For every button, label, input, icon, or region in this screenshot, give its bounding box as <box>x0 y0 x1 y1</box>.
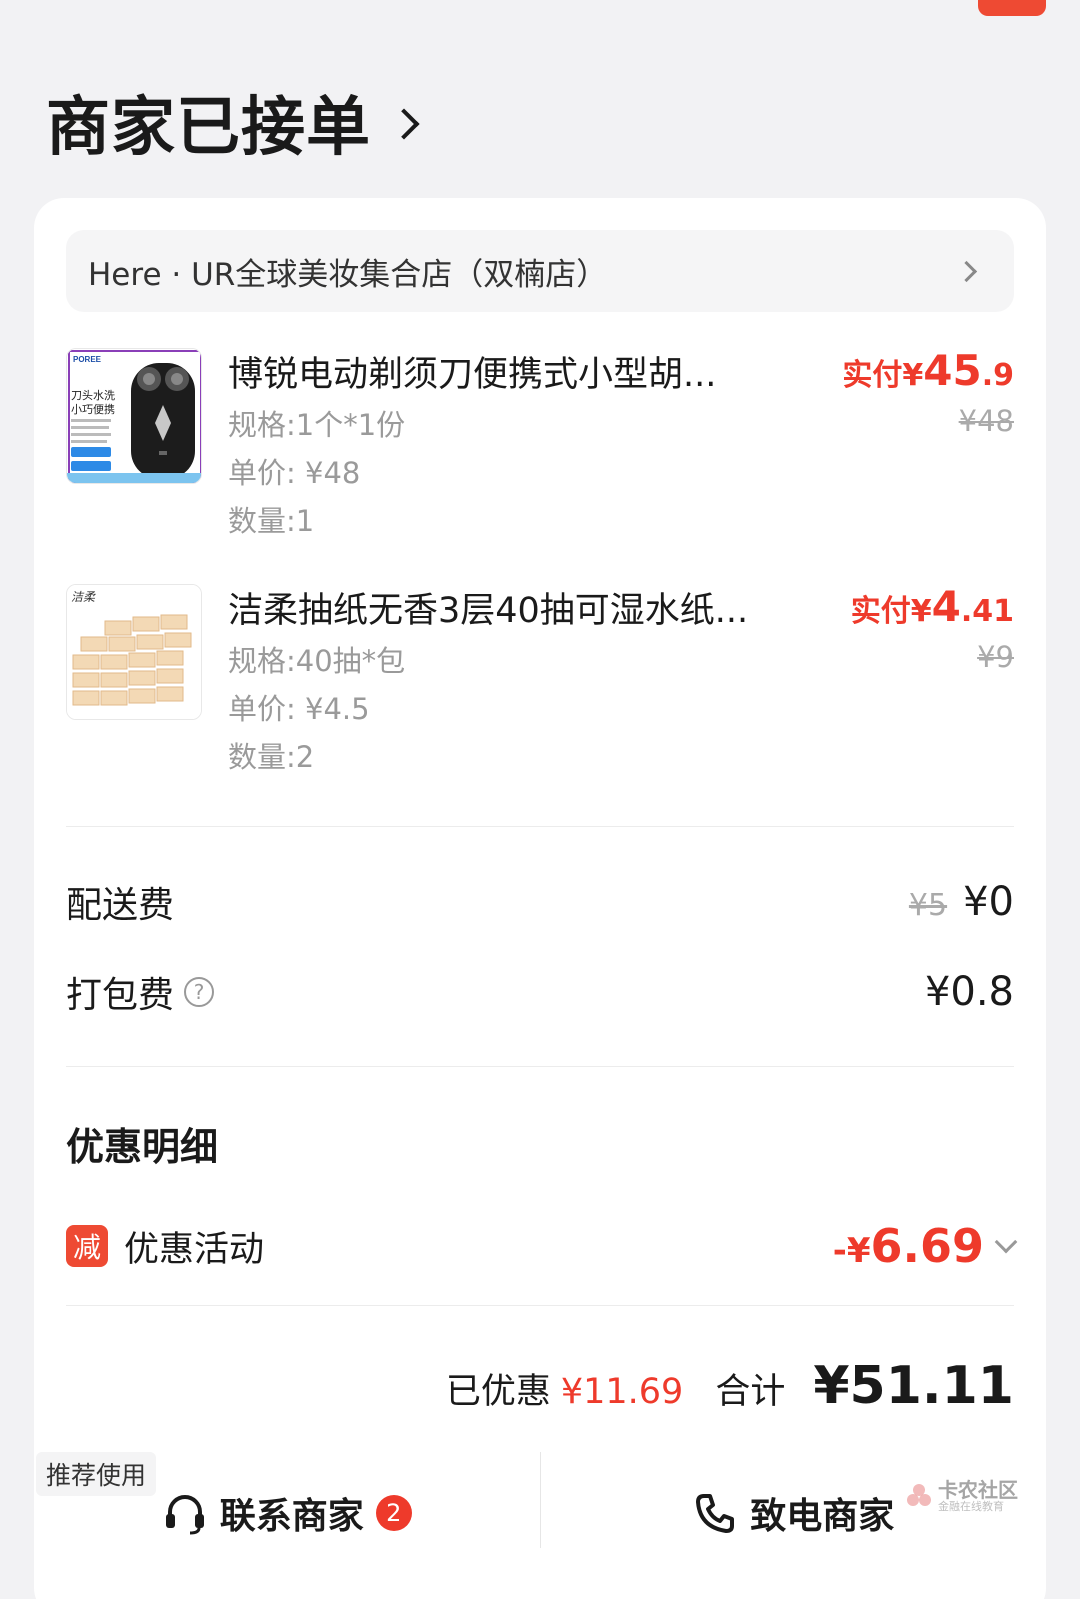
packing-fee-label: 打包费 <box>66 975 175 1016</box>
promo-activity-row[interactable]: 减 优惠活动 -¥6.69 <box>66 1218 1018 1274</box>
chevron-right-icon <box>388 108 420 140</box>
product-item[interactable]: 洁柔 洁柔抽纸无香3层40抽可湿水纸... 规格:40抽*包 单价: ¥4.5 … <box>66 582 1014 782</box>
product-name: 博锐电动剃须刀便携式小型胡... <box>228 355 717 395</box>
delivery-fee-original: ¥5 <box>908 888 948 923</box>
watermark-main: 卡农社区 <box>938 1478 1018 1502</box>
saved-label: 已优惠 <box>445 1372 551 1412</box>
saved-value: ¥11.69 <box>560 1372 684 1412</box>
help-icon[interactable]: ? <box>184 977 215 1007</box>
phone-icon <box>696 1494 735 1533</box>
product-name: 洁柔抽纸无香3层40抽可湿水纸... <box>228 591 749 631</box>
thumb-brand: POREE <box>73 355 102 364</box>
product-item[interactable]: POREE 刀头水洗 小巧便携 博锐电动剃须刀便携式小型胡... 规格:1个*1… <box>66 346 1014 546</box>
delivery-fee-row: 配送费 ¥5 ¥0 <box>66 872 1014 932</box>
watermark-sub: 金融在线教育 <box>938 1500 1004 1513</box>
thumb-brand: 洁柔 <box>71 590 96 604</box>
store-name: Here · UR全球美妆集合店（双楠店） <box>88 256 608 293</box>
product-quantity: 数量:1 <box>228 504 315 538</box>
divider <box>66 1066 1014 1067</box>
product-thumbnail: POREE 刀头水洗 小巧便携 <box>66 348 202 484</box>
product-original-price: ¥48 <box>958 404 1014 438</box>
product-thumbnail: 洁柔 <box>66 584 202 720</box>
shaver-product-image: POREE 刀头水洗 小巧便携 <box>67 349 201 483</box>
product-original-price: ¥9 <box>977 640 1014 674</box>
watermark: 卡农社区 金融在线教育 <box>904 1480 1018 1513</box>
call-merchant-label: 致电商家 <box>750 1496 895 1537</box>
discount-badge-icon: 减 <box>66 1225 108 1267</box>
contact-merchant-label: 联系商家 <box>219 1496 364 1537</box>
contact-merchant-button[interactable]: 推荐使用 联系商家 2 <box>34 1448 540 1578</box>
product-paid-price: 实付¥45.9 <box>842 346 1014 395</box>
store-link[interactable]: Here · UR全球美妆集合店（双楠店） <box>66 230 1014 312</box>
headset-icon <box>165 1495 204 1535</box>
product-spec: 规格:1个*1份 <box>228 408 406 442</box>
product-paid-price: 实付¥4.41 <box>850 582 1014 631</box>
svg-text:刀头水洗: 刀头水洗 <box>71 389 115 402</box>
order-total-row: 已优惠 ¥11.69 合计 ¥51.11 <box>446 1356 1014 1416</box>
delivery-fee-amount: ¥0 <box>963 879 1014 925</box>
bottom-action-bar: 推荐使用 联系商家 2 致电商家 卡农社区 金融在线教育 <box>34 1448 1046 1578</box>
delivery-fee-value: ¥5 ¥0 <box>909 879 1014 925</box>
product-unit-price: 单价: ¥48 <box>228 456 361 490</box>
top-action-pill[interactable] <box>978 0 1046 16</box>
chevron-down-icon[interactable] <box>994 1230 1018 1254</box>
promo-activity-amount: -¥6.69 <box>833 1219 1018 1273</box>
packing-fee-row: 打包费 ? ¥0.8 <box>66 962 1014 1022</box>
promo-activity-left: 减 优惠活动 <box>66 1221 264 1272</box>
tissue-product-image: 洁柔 <box>67 585 201 719</box>
recommend-tag: 推荐使用 <box>36 1452 157 1496</box>
chevron-right-icon <box>955 260 978 282</box>
order-status-title[interactable]: 商家已接单 <box>46 82 420 165</box>
packing-fee-label-group: 打包费 ? <box>66 966 215 1018</box>
order-status-text: 商家已接单 <box>46 91 371 165</box>
packing-fee-amount: ¥0.8 <box>924 969 1014 1015</box>
product-spec: 规格:40抽*包 <box>228 644 406 678</box>
call-merchant-button[interactable]: 致电商家 卡农社区 金融在线教育 <box>541 1448 1047 1578</box>
product-unit-price: 单价: ¥4.5 <box>228 692 370 726</box>
unread-count-badge: 2 <box>375 1495 412 1531</box>
discount-section-title: 优惠明细 <box>66 1125 219 1169</box>
divider <box>66 1305 1014 1306</box>
divider <box>66 826 1014 827</box>
order-card: Here · UR全球美妆集合店（双楠店） POREE 刀头水洗 小巧便携 博锐… <box>34 198 1046 1599</box>
delivery-fee-label: 配送费 <box>66 885 175 926</box>
svg-text:小巧便携: 小巧便携 <box>71 402 115 416</box>
watermark-logo-icon <box>907 1484 931 1507</box>
total-value: ¥51.11 <box>813 1356 1014 1416</box>
promo-activity-label: 优惠活动 <box>124 1229 265 1270</box>
product-quantity: 数量:2 <box>228 740 315 774</box>
total-label: 合计 <box>715 1372 786 1412</box>
